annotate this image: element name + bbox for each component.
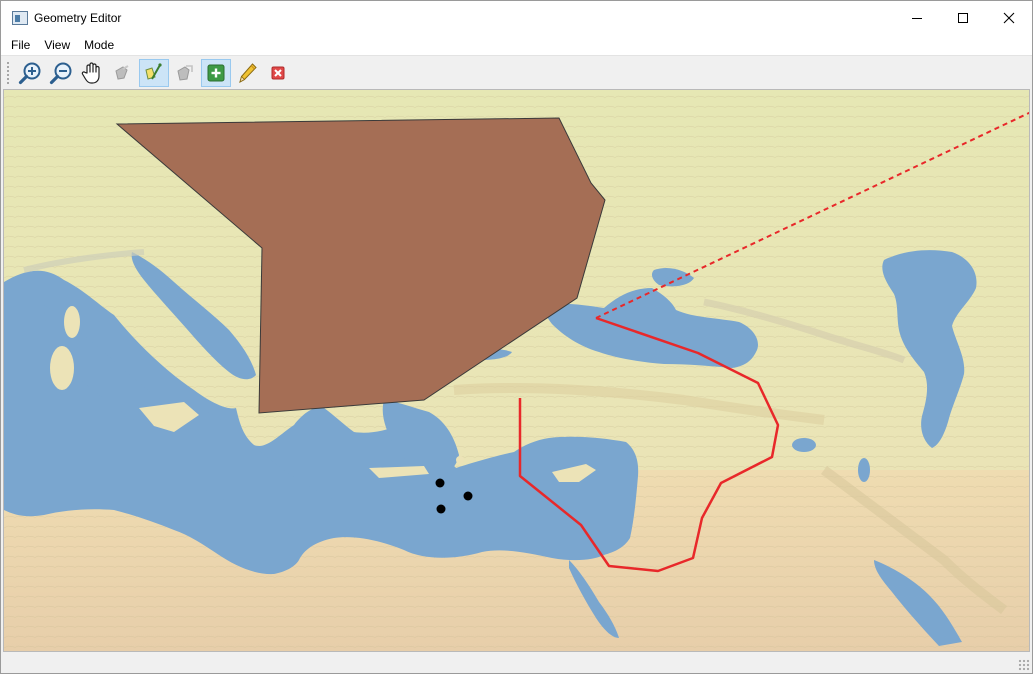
select-feature-button[interactable] [108, 59, 138, 87]
pan-hand-icon [81, 61, 100, 84]
map-svg[interactable] [4, 90, 1030, 652]
corsica-island [64, 306, 80, 338]
point-feature[interactable] [436, 504, 446, 514]
point-feature[interactable] [463, 491, 473, 501]
add-feature-button[interactable] [201, 58, 231, 87]
edit-vertices-button[interactable] [139, 58, 169, 87]
point-feature[interactable] [435, 478, 445, 488]
maximize-icon [958, 12, 968, 23]
move-feature-button[interactable] [170, 59, 200, 87]
pencil-icon [239, 62, 257, 83]
toolbar-grip[interactable] [6, 60, 10, 85]
window-title: Geometry Editor [34, 10, 122, 25]
status-bar [1, 653, 1032, 673]
map-canvas[interactable] [3, 89, 1030, 652]
zoom-in-button[interactable] [15, 59, 45, 87]
title-bar[interactable]: Geometry Editor [1, 1, 1032, 34]
pencil-button[interactable] [232, 59, 262, 87]
delete-feature-button[interactable] [263, 59, 293, 87]
zoom-out-icon [49, 62, 72, 84]
close-icon [1003, 12, 1015, 23]
resize-grip[interactable] [1018, 659, 1030, 671]
app-window-icon [12, 10, 28, 25]
lake-urmia [858, 458, 870, 482]
pan-button[interactable] [77, 59, 107, 87]
lake-van [792, 438, 816, 452]
close-button[interactable] [986, 1, 1032, 34]
menu-file[interactable]: File [4, 35, 37, 55]
rhodes-island [456, 456, 464, 464]
menu-bar: File View Mode [1, 34, 1032, 55]
add-feature-icon [207, 64, 225, 81]
move-feature-icon [177, 64, 193, 81]
edit-vertices-icon [145, 62, 162, 80]
toolbar [1, 55, 1032, 89]
maximize-button[interactable] [940, 1, 986, 34]
minimize-button[interactable] [894, 1, 940, 34]
menu-mode[interactable]: Mode [77, 35, 121, 55]
minimize-icon [912, 17, 922, 19]
menu-view[interactable]: View [37, 35, 77, 55]
select-feature-icon [115, 64, 129, 80]
window-controls [894, 1, 1032, 34]
zoom-out-button[interactable] [46, 59, 76, 87]
zoom-in-icon [18, 62, 41, 84]
sardinia-island [50, 346, 74, 390]
geometry-editor-window: Geometry Editor File View Mode [0, 0, 1033, 674]
delete-feature-icon [271, 66, 285, 79]
